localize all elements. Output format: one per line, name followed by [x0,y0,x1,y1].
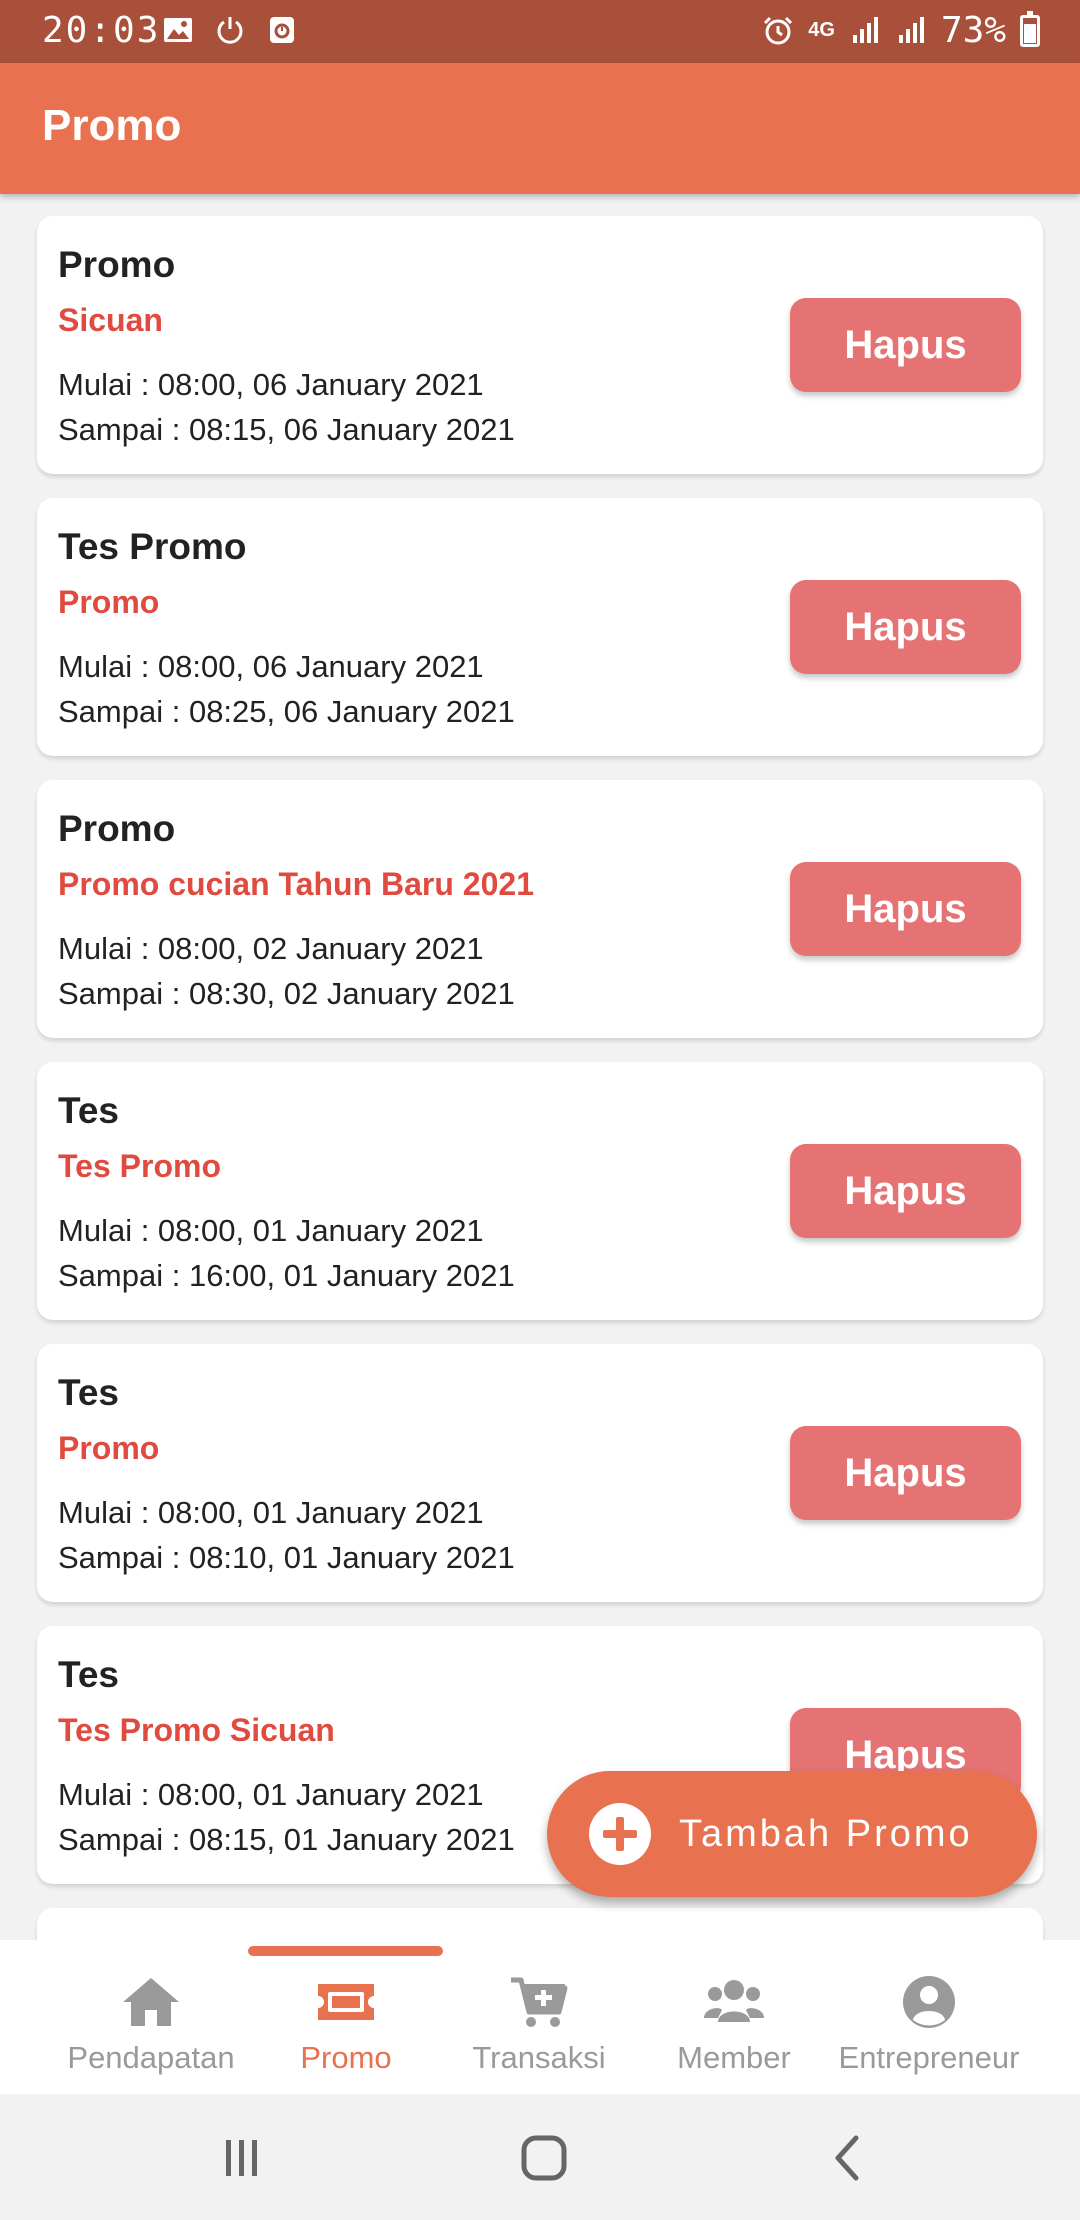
promo-end: Sampai : 08:30, 02 January 2021 [58,976,515,1011]
cart-plus-icon [511,1977,568,2027]
promo-end: Sampai : 08:15, 01 January 2021 [58,1822,515,1857]
promo-start: Mulai : 08:00, 01 January 2021 [58,1213,484,1248]
active-tab-indicator [248,1946,443,1956]
status-bar: 20:03 4G 73% [0,0,1080,63]
ticket-icon [318,1984,374,2020]
status-notification-icons [162,14,298,46]
promo-card: Promo Sicuan Mulai : 08:00, 06 January 2… [37,216,1043,474]
promo-subtitle: Promo [58,584,160,620]
promo-start: Mulai : 08:00, 01 January 2021 [58,1495,484,1530]
promo-card: Tes Promo Promo Mulai : 08:00, 06 Januar… [37,498,1043,756]
promo-card: Tes Tes Promo Mulai : 08:00, 01 January … [37,1062,1043,1320]
nav-item-transaksi[interactable]: Transaksi [431,1962,647,2082]
promo-end: Sampai : 08:10, 01 January 2021 [58,1540,515,1575]
status-time: 20:03 [42,10,161,51]
promo-end: Sampai : 08:15, 06 January 2021 [58,412,515,447]
nav-item-promo[interactable]: Promo [238,1962,454,2082]
promo-start: Mulai : 08:00, 02 January 2021 [58,931,484,966]
promo-start: Mulai : 08:00, 01 January 2021 [58,1777,484,1812]
signal-icon [852,16,878,43]
delete-button[interactable]: Hapus [790,862,1021,956]
delete-button[interactable]: Hapus [790,298,1021,392]
status-system-icons: 4G 73% [762,10,1040,51]
battery-icon [1020,10,1040,47]
network-type-label: 4G [808,19,835,41]
promo-title: Tes [58,1654,120,1695]
nav-label: Entrepreneur [838,2040,1020,2075]
nav-label: Pendapatan [67,2040,235,2075]
promo-title: Tes [58,1090,120,1131]
alarm-icon [764,16,793,44]
add-promo-label: Tambah Promo [679,1812,973,1855]
add-promo-button[interactable]: Tambah Promo [547,1771,1037,1897]
promo-title: Promo [58,808,176,849]
promo-end: Sampai : 08:25, 06 January 2021 [58,694,515,729]
promo-start: Mulai : 08:00, 06 January 2021 [58,649,484,684]
timer-icon [270,17,294,43]
nav-label: Member [677,2040,791,2075]
app-bar: Promo [0,63,1080,194]
promo-title: Tes Promo [58,526,247,567]
nav-label: Promo [300,2040,392,2075]
back-icon[interactable] [818,2130,878,2186]
user-circle-icon [903,1976,955,2028]
users-icon [704,1980,764,2022]
nav-item-member[interactable]: Member [626,1962,842,2082]
signal-icon-2 [898,16,924,43]
home-button-icon[interactable] [514,2130,574,2186]
battery-percent: 73% [940,10,1006,51]
nav-label: Transaksi [472,2040,606,2075]
system-navigation-bar [0,2094,1080,2220]
promo-start: Mulai : 08:00, 06 January 2021 [58,367,484,402]
page-title: Promo [42,101,182,150]
promo-subtitle: Sicuan [58,302,163,338]
nav-item-entrepreneur[interactable]: Entrepreneur [821,1962,1037,2082]
promo-list[interactable]: Promo Sicuan Mulai : 08:00, 06 January 2… [0,194,1080,1954]
promo-subtitle: Promo cucian Tahun Baru 2021 [58,866,534,902]
promo-subtitle: Tes Promo Sicuan [58,1712,335,1748]
recent-apps-icon[interactable] [212,2130,272,2186]
promo-card: Tes Promo Mulai : 08:00, 01 January 2021… [37,1344,1043,1602]
delete-button[interactable]: Hapus [790,580,1021,674]
promo-subtitle: Tes Promo [58,1148,221,1184]
promo-end: Sampai : 16:00, 01 January 2021 [58,1258,515,1293]
promo-subtitle: Promo [58,1430,160,1466]
delete-button[interactable]: Hapus [790,1426,1021,1520]
promo-title: Promo [58,244,176,285]
delete-button[interactable]: Hapus [790,1144,1021,1238]
image-icon [164,18,192,42]
plus-circle-icon [589,1803,651,1865]
nav-item-pendapatan[interactable]: Pendapatan [43,1962,259,2082]
bottom-navigation: Pendapatan Promo Transaksi Member Entrep… [0,1940,1080,2094]
promo-card: Promo Promo cucian Tahun Baru 2021 Mulai… [37,780,1043,1038]
promo-title: Tes [58,1372,120,1413]
power-icon [217,17,243,44]
home-icon [123,1978,179,2026]
